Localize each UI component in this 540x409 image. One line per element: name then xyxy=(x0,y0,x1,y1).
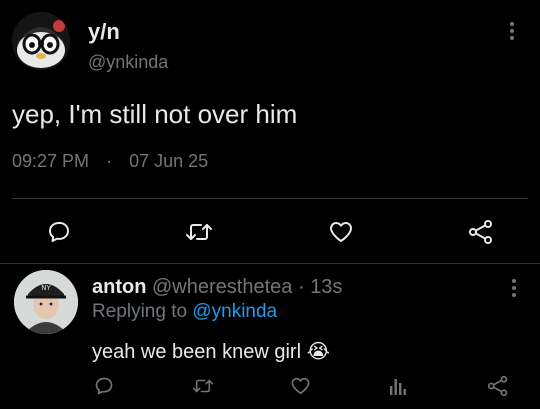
retweet-icon[interactable] xyxy=(185,220,213,244)
tweet-date[interactable]: 07 Jun 25 xyxy=(129,151,208,171)
crying-emoji: 😭 xyxy=(306,341,330,363)
share-icon[interactable] xyxy=(468,219,494,245)
divider xyxy=(12,198,528,199)
reply-icon[interactable] xyxy=(47,220,71,244)
handle[interactable]: @ynkinda xyxy=(88,52,168,73)
display-name[interactable]: anton xyxy=(92,276,146,298)
replying-to-prefix: Replying to xyxy=(92,301,188,322)
tweet-text: yep, I'm still not over him xyxy=(12,99,298,129)
reply-icon[interactable] xyxy=(94,376,114,396)
more-options-icon[interactable] xyxy=(510,279,518,297)
display-name[interactable]: y/n xyxy=(88,19,120,45)
views-icon[interactable] xyxy=(389,376,407,396)
reply-text-row: yeah we been knew girl 😭 xyxy=(92,339,330,364)
reply-header: anton @wheresthetea · 13s xyxy=(92,276,342,299)
svg-text:NY: NY xyxy=(41,284,51,292)
meta-separator: · xyxy=(297,276,305,298)
meta-separator: · xyxy=(106,151,113,171)
like-icon[interactable] xyxy=(328,220,354,244)
share-icon[interactable] xyxy=(487,375,509,397)
reply-text: yeah we been knew girl xyxy=(92,341,302,363)
tweet-time: 09:27 PM xyxy=(12,151,90,171)
avatar[interactable] xyxy=(12,12,70,70)
divider xyxy=(0,263,540,264)
reply-age: 13s xyxy=(310,276,343,298)
replying-to-handle[interactable]: @ynkinda xyxy=(192,301,277,322)
handle[interactable]: @wheresthetea xyxy=(152,276,292,298)
retweet-icon[interactable] xyxy=(192,376,214,396)
timestamp-row: 09:27 PM · 07 Jun 25 xyxy=(12,151,208,172)
like-icon[interactable] xyxy=(290,376,311,396)
replying-to: Replying to @ynkinda xyxy=(92,301,277,323)
avatar[interactable]: NY xyxy=(14,270,78,334)
more-options-icon[interactable] xyxy=(508,22,516,40)
